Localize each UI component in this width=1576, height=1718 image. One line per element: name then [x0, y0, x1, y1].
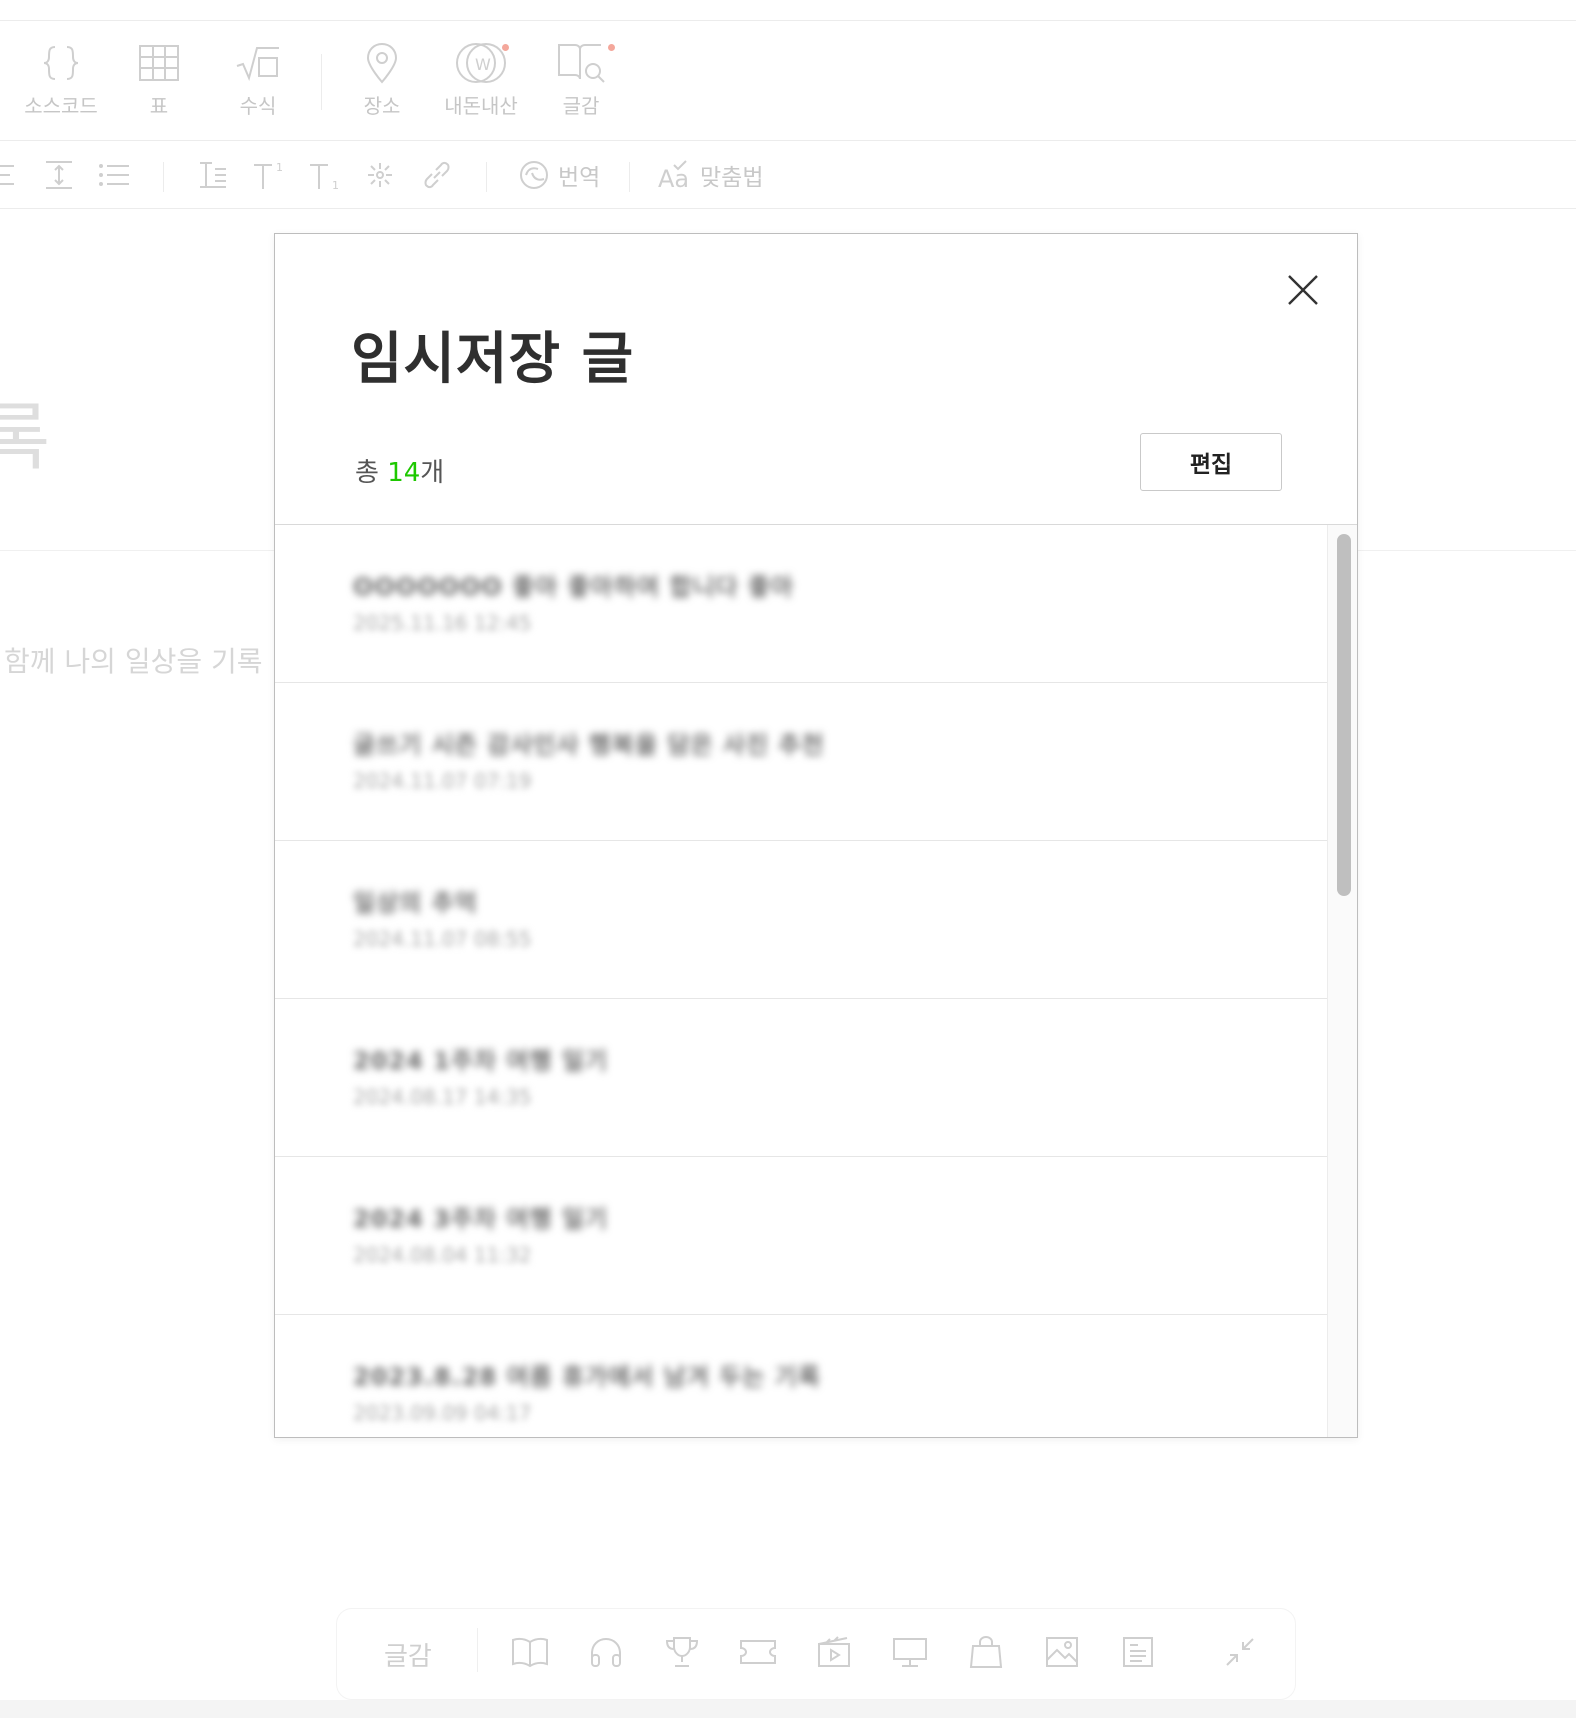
modal-title: 임시저장 글: [351, 327, 635, 392]
count-prefix: 총: [355, 458, 388, 488]
svg-text:1: 1: [276, 161, 283, 174]
draft-item[interactable]: 2024 3주차 여행 일기 2024.08.04 11:32: [275, 1157, 1327, 1315]
new-dot-icon: [608, 44, 615, 51]
draft-title: 일상의 추억: [353, 889, 478, 917]
insert-toolbar: 소스코드 표 수식 장소 W 내돈내산 글감: [0, 22, 1576, 140]
close-button[interactable]: [1281, 268, 1325, 312]
draft-date: 2024.11.07 07:19: [353, 769, 532, 793]
toolbar-geulgam-label: 글감: [562, 94, 600, 118]
ticket-icon[interactable]: [738, 1632, 778, 1672]
draft-title: 2024 3주차 여행 일기: [353, 1205, 609, 1233]
svg-text:Aa: Aa: [658, 165, 689, 191]
spellcheck-label: 맞춤법: [700, 165, 764, 191]
toolbar-formula-label: 수식: [239, 94, 277, 118]
list-icon[interactable]: [98, 157, 130, 193]
new-dot-icon: [502, 44, 509, 51]
toolbar-table-label: 표: [149, 94, 169, 118]
spellcheck-icon: Aa: [658, 160, 689, 191]
image-icon[interactable]: [1042, 1632, 1082, 1672]
top-divider: [0, 20, 1576, 21]
text-style-icon[interactable]: [198, 157, 228, 193]
toolbar-naedonnaesan-label: 내돈내산: [444, 94, 518, 118]
book-search-icon: [536, 40, 626, 86]
draft-item[interactable]: 2024 1주차 여행 일기 2024.08.17 14:35: [275, 999, 1327, 1157]
toolbar-separator: [486, 162, 487, 192]
toolbar-separator: [629, 162, 630, 192]
toolbar-separator: [163, 162, 164, 192]
map-pin-icon: [337, 40, 427, 86]
draft-item[interactable]: 2023.8.28 여름 휴가에서 남겨 두는 기록 2023.09.09 04…: [275, 1315, 1327, 1437]
curly-braces-icon: [16, 40, 106, 86]
toolbar-row-divider: [0, 140, 1576, 141]
toolbar-place-label: 장소: [363, 94, 401, 118]
toolbar-bottom-divider: [0, 208, 1576, 209]
edit-button[interactable]: 편집: [1140, 433, 1282, 491]
trophy-icon[interactable]: [662, 1632, 702, 1672]
shopping-bag-icon[interactable]: [966, 1632, 1006, 1672]
table-icon: [114, 40, 204, 86]
material-toolbar-separator: [477, 1628, 478, 1672]
scrollbar-thumb[interactable]: [1337, 534, 1351, 896]
subscript-icon[interactable]: 1: [308, 157, 342, 193]
toolbar-table[interactable]: 표: [114, 40, 204, 119]
draft-date: 2023.09.09 04:17: [353, 1401, 532, 1425]
translate-label: 번역: [558, 165, 601, 191]
body-placeholder-fragment: 함께 나의 일상을 기록: [4, 645, 263, 678]
translate-icon: [520, 161, 548, 189]
line-height-icon[interactable]: [44, 157, 74, 193]
draft-date: 2024.08.17 14:35: [353, 1085, 532, 1109]
svg-text:W: W: [475, 55, 491, 74]
draft-title: 글쓰기 시즌 감사인사 행복을 담은 사진 추천: [353, 731, 825, 759]
special-char-icon[interactable]: [366, 157, 394, 193]
draft-count: 총 14개: [355, 452, 444, 489]
coin-w-icon: W: [436, 40, 526, 86]
superscript-icon[interactable]: 1: [252, 157, 286, 193]
count-number: 14: [387, 458, 421, 488]
headphones-icon[interactable]: [586, 1632, 626, 1672]
bottom-shade: [0, 1700, 1576, 1718]
draft-title: 2023.8.28 여름 휴가에서 남겨 두는 기록: [353, 1363, 821, 1391]
news-icon[interactable]: [1118, 1632, 1158, 1672]
draft-date: 2024.08.04 11:32: [353, 1243, 532, 1267]
toolbar-source-code-label: 소스코드: [24, 94, 98, 118]
draft-list: OOOOOOO 좋아 좋아하여 합니다 좋아 2025.11.16 12:45 …: [275, 525, 1327, 1437]
draft-date: 2025.11.16 12:45: [353, 611, 532, 635]
toolbar-source-code[interactable]: 소스코드: [16, 40, 106, 119]
post-title-fragment: 록: [0, 395, 51, 481]
draft-date: 2024.11.07 08:55: [353, 927, 532, 951]
count-suffix: 개: [420, 458, 445, 488]
link-icon[interactable]: [422, 157, 452, 193]
toolbar-naedonnaesan[interactable]: W 내돈내산: [436, 40, 526, 119]
draft-item[interactable]: 글쓰기 시즌 감사인사 행복을 담은 사진 추천 2024.11.07 07:1…: [275, 683, 1327, 841]
toolbar-geulgam[interactable]: 글감: [536, 40, 626, 119]
toolbar-formula[interactable]: 수식: [213, 40, 303, 119]
movie-icon[interactable]: [814, 1632, 854, 1672]
draft-title: 2024 1주차 여행 일기: [353, 1047, 609, 1075]
square-root-icon: [213, 40, 303, 86]
collapse-icon[interactable]: [1220, 1632, 1260, 1672]
draft-item[interactable]: OOOOOOO 좋아 좋아하여 합니다 좋아 2025.11.16 12:45: [275, 525, 1327, 683]
draft-title: OOOOOOO 좋아 좋아하여 합니다 좋아: [353, 573, 795, 601]
draft-item[interactable]: 일상의 추억 2024.11.07 08:55: [275, 841, 1327, 999]
translate-button[interactable]: 번역: [518, 157, 600, 193]
toolbar-separator: [321, 54, 322, 110]
svg-text:1: 1: [332, 179, 339, 191]
toolbar-place[interactable]: 장소: [337, 40, 427, 119]
close-icon: [1288, 275, 1318, 305]
tv-icon[interactable]: [890, 1632, 930, 1672]
align-icon[interactable]: [0, 157, 16, 193]
spellcheck-button[interactable]: Aa 맞춤법: [658, 157, 763, 193]
drafts-modal: 임시저장 글 총 14개 편집 OOOOOOO 좋아 좋아하여 합니다 좋아 2…: [274, 233, 1358, 1438]
material-toolbar-label: 글감: [384, 1642, 432, 1672]
book-icon[interactable]: [510, 1632, 550, 1672]
